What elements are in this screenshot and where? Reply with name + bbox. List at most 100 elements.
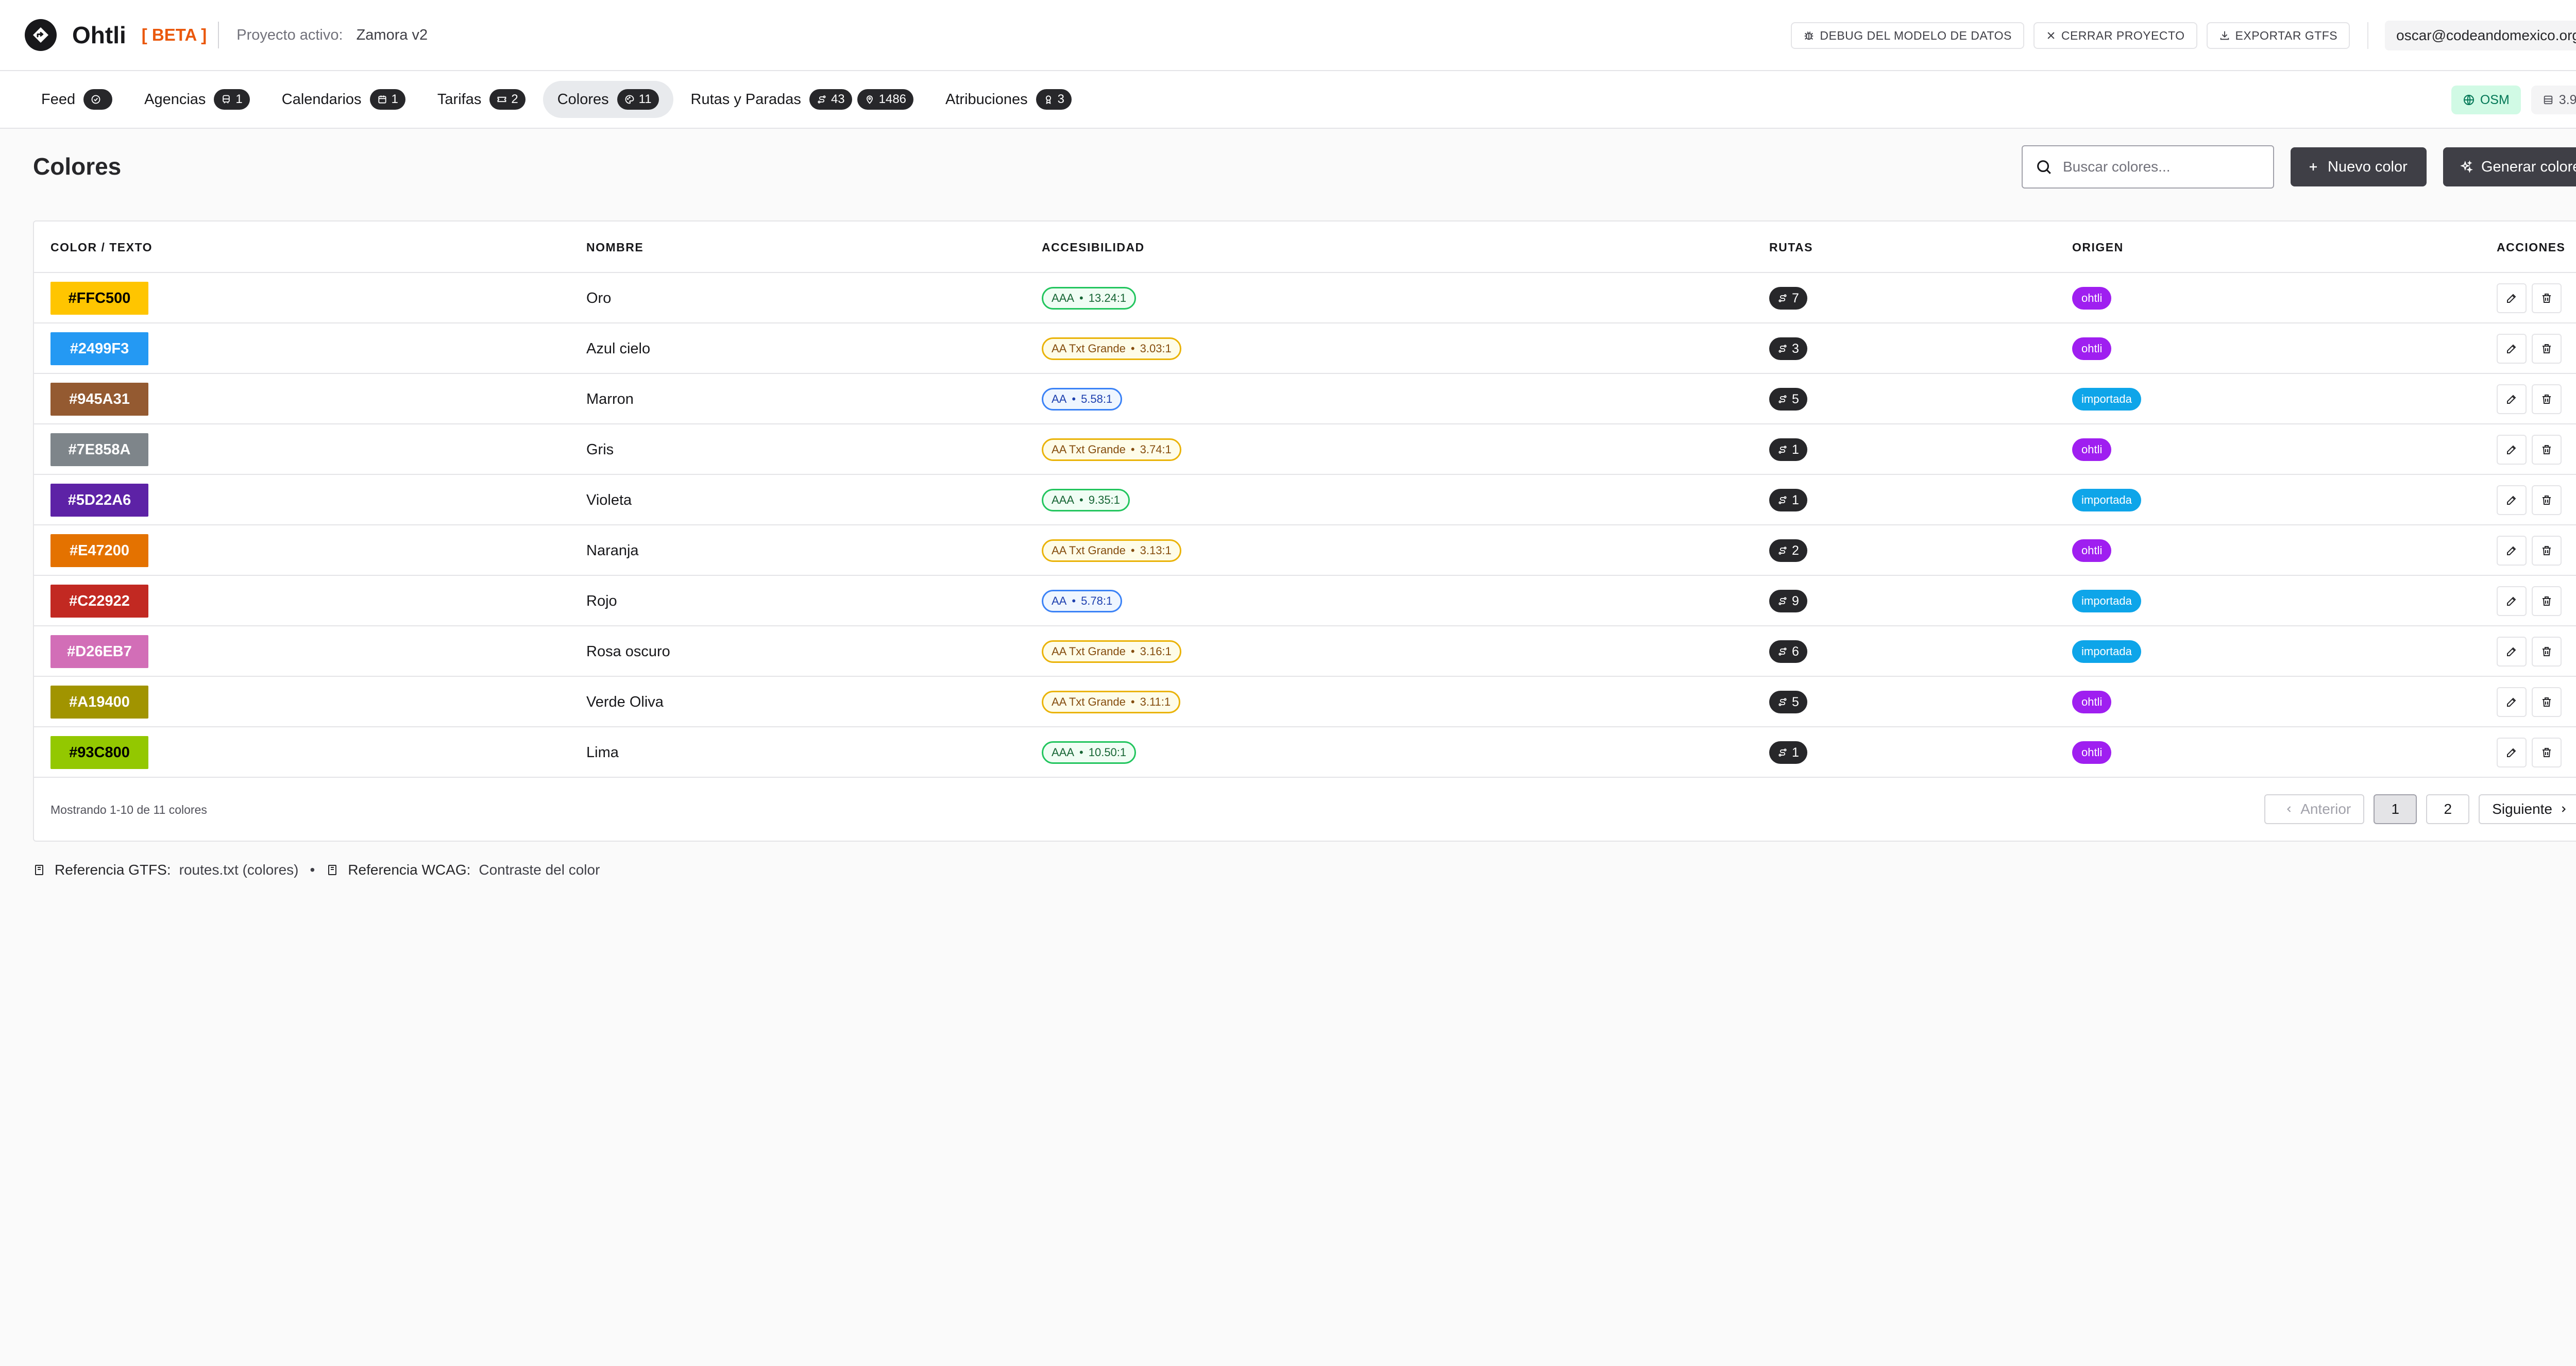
tab-label: Tarifas <box>437 91 482 108</box>
color-swatch[interactable]: #C22922 <box>50 585 148 618</box>
database-icon <box>2544 95 2553 105</box>
delete-button[interactable] <box>2532 283 2562 313</box>
tab-calendarios[interactable]: Calendarios 1 <box>267 81 420 118</box>
contrast-level: AA Txt Grande <box>1052 544 1126 557</box>
new-color-button[interactable]: Nuevo color <box>2291 147 2427 186</box>
column-header-color[interactable]: COLOR / TEXTO <box>50 221 152 273</box>
tab-tarifas[interactable]: Tarifas 2 <box>423 81 540 118</box>
previous-page-button[interactable]: Anterior <box>2264 794 2365 824</box>
wcag-reference-link[interactable]: Contraste del color <box>479 862 600 878</box>
origin-cell: ohtli <box>2072 424 2112 475</box>
routes-cell: 5 <box>1769 677 1807 727</box>
delete-button[interactable] <box>2532 485 2562 515</box>
color-swatch[interactable]: #A19400 <box>50 686 148 719</box>
osm-badge[interactable]: OSM <box>2451 86 2521 114</box>
table-row[interactable]: #A19400 Verde Oliva AA Txt Grande • 3.11:1 5 o… <box>34 677 2576 727</box>
column-header-origin[interactable]: ORIGEN <box>2072 221 2124 273</box>
edit-button[interactable] <box>2497 586 2527 616</box>
edit-button[interactable] <box>2497 283 2527 313</box>
contrast-level: AA Txt Grande <box>1052 695 1126 708</box>
color-swatch[interactable]: #7E858A <box>50 433 148 466</box>
edit-button[interactable] <box>2497 637 2527 667</box>
routes-count: 6 <box>1792 644 1799 659</box>
routes-count-pill[interactable]: 1 <box>1769 489 1807 511</box>
edit-button[interactable] <box>2497 384 2527 414</box>
wcag-reference-label: Referencia WCAG: <box>348 862 471 878</box>
palette-icon <box>625 95 634 104</box>
table-row[interactable]: #945A31 Marron AA • 5.58:1 5 importada <box>34 374 2576 424</box>
table-row[interactable]: #D26EB7 Rosa oscuro AA Txt Grande • 3.16:1 6 i… <box>34 626 2576 677</box>
page-2-button[interactable]: 2 <box>2426 794 2470 824</box>
color-swatch[interactable]: #93C800 <box>50 736 148 769</box>
origin-cell: importada <box>2072 626 2141 677</box>
trash-icon <box>2543 395 2551 404</box>
routes-count-pill[interactable]: 5 <box>1769 388 1807 411</box>
generate-colors-button[interactable]: Generar colores <box>2443 147 2576 186</box>
column-header-name[interactable]: NOMBRE <box>586 221 643 273</box>
color-swatch[interactable]: #FFC500 <box>50 282 148 315</box>
routes-count-pill[interactable]: 1 <box>1769 741 1807 764</box>
edit-button[interactable] <box>2497 334 2527 364</box>
color-swatch[interactable]: #E47200 <box>50 534 148 567</box>
gtfs-reference-link[interactable]: routes.txt (colores) <box>179 862 299 878</box>
color-cell: #945A31 <box>50 374 148 424</box>
color-cell: #D26EB7 <box>50 626 148 677</box>
column-header-routes[interactable]: RUTAS <box>1769 221 1813 273</box>
routes-count-pill[interactable]: 2 <box>1769 539 1807 562</box>
delete-button[interactable] <box>2532 334 2562 364</box>
tab-atribuciones[interactable]: Atribuciones 3 <box>931 81 1086 118</box>
user-divider <box>2367 22 2369 49</box>
color-swatch[interactable]: #D26EB7 <box>50 635 148 668</box>
accessibility-cell: AA Txt Grande • 3.16:1 <box>1042 626 1181 677</box>
contrast-level: AAA <box>1052 292 1075 304</box>
delete-button[interactable] <box>2532 536 2562 566</box>
user-menu[interactable]: oscar@codeandomexico.org <box>2385 21 2576 50</box>
edit-button[interactable] <box>2497 738 2527 767</box>
logo-icon[interactable] <box>25 19 57 51</box>
contrast-level: AAA <box>1052 493 1075 506</box>
table-row[interactable]: #FFC500 Oro AAA • 13.24:1 7 ohtli <box>34 273 2576 323</box>
routes-count-pill[interactable]: 9 <box>1769 590 1807 612</box>
next-page-button[interactable]: Siguiente <box>2479 794 2576 824</box>
delete-button[interactable] <box>2532 586 2562 616</box>
table-row[interactable]: #E47200 Naranja AA Txt Grande • 3.13:1 2 ohtli <box>34 525 2576 576</box>
table-row[interactable]: #7E858A Gris AA Txt Grande • 3.74:1 1 ohtli <box>34 424 2576 475</box>
pencil-icon <box>2507 546 2516 555</box>
routes-count-pill[interactable]: 6 <box>1769 640 1807 663</box>
search-input[interactable] <box>2063 159 2259 175</box>
export-gtfs-button[interactable]: EXPORTAR GTFS <box>2206 22 2350 49</box>
actions-cell <box>2497 727 2567 778</box>
delete-button[interactable] <box>2532 384 2562 414</box>
check-circle-icon <box>91 95 100 104</box>
routes-count-pill[interactable]: 5 <box>1769 691 1807 713</box>
table-row[interactable]: #93C800 Lima AAA • 10.50:1 1 ohtli <box>34 727 2576 778</box>
tab-rutas-paradas[interactable]: Rutas y Paradas 43 1486 <box>676 81 928 118</box>
delete-button[interactable] <box>2532 637 2562 667</box>
color-swatch[interactable]: #2499F3 <box>50 332 148 365</box>
search-box[interactable] <box>2022 145 2274 189</box>
close-project-button[interactable]: CERRAR PROYECTO <box>2033 22 2197 49</box>
edit-button[interactable] <box>2497 536 2527 566</box>
tab-agencias[interactable]: Agencias 1 <box>130 81 264 118</box>
debug-data-model-button[interactable]: DEBUG DEL MODELO DE DATOS <box>1791 22 2024 49</box>
routes-count-pill[interactable]: 7 <box>1769 287 1807 310</box>
gtfs-reference-label: Referencia GTFS: <box>55 862 171 878</box>
delete-button[interactable] <box>2532 435 2562 465</box>
routes-cell: 9 <box>1769 576 1807 626</box>
table-row[interactable]: #5D22A6 Violeta AAA • 9.35:1 1 importada <box>34 475 2576 525</box>
tab-feed[interactable]: Feed <box>27 81 127 118</box>
routes-count-pill[interactable]: 1 <box>1769 438 1807 461</box>
color-swatch[interactable]: #5D22A6 <box>50 484 148 517</box>
tab-colores[interactable]: Colores 11 <box>543 81 673 118</box>
edit-button[interactable] <box>2497 485 2527 515</box>
column-header-accessibility[interactable]: ACCESIBILIDAD <box>1042 221 1145 273</box>
delete-button[interactable] <box>2532 738 2562 767</box>
edit-button[interactable] <box>2497 687 2527 717</box>
routes-count-pill[interactable]: 3 <box>1769 337 1807 360</box>
delete-button[interactable] <box>2532 687 2562 717</box>
table-row[interactable]: #2499F3 Azul cielo AA Txt Grande • 3.03:1 3 oh… <box>34 323 2576 374</box>
color-swatch[interactable]: #945A31 <box>50 383 148 416</box>
edit-button[interactable] <box>2497 435 2527 465</box>
table-row[interactable]: #C22922 Rojo AA • 5.78:1 9 importada <box>34 576 2576 626</box>
page-1-button[interactable]: 1 <box>2374 794 2417 824</box>
